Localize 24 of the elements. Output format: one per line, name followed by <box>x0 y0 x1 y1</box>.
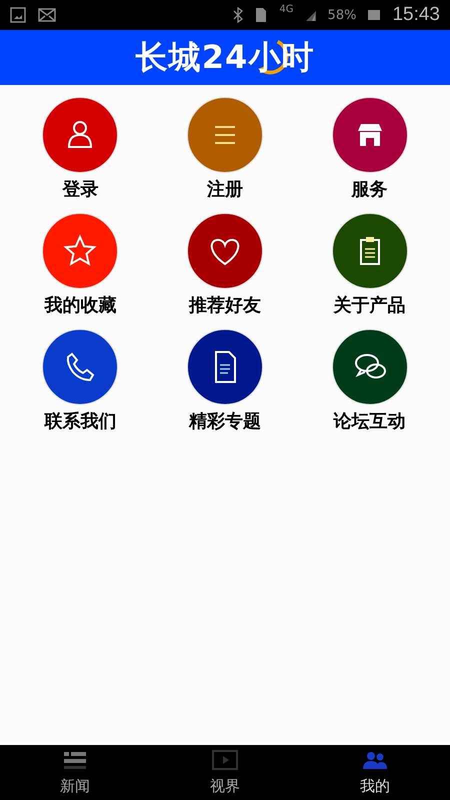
tile-label: 精彩专题 <box>188 410 261 433</box>
tile-label: 注册 <box>206 178 243 201</box>
tile-label: 论坛互动 <box>334 410 406 433</box>
battery-icon <box>368 10 380 20</box>
bluetooth-icon <box>233 7 244 23</box>
tile-label: 服务 <box>352 178 388 201</box>
tile-label: 关于产品 <box>334 294 406 317</box>
tile-label: 推荐好友 <box>188 294 261 317</box>
tile-label: 我的收藏 <box>44 294 116 317</box>
list-icon <box>62 749 88 771</box>
network-type: 4G <box>279 4 294 15</box>
people-icon <box>362 749 388 771</box>
battery-percent: 58% <box>328 8 356 22</box>
nav-tab[interactable]: 新闻 <box>0 745 150 800</box>
nav-tab[interactable]: 我的 <box>300 745 450 800</box>
tile-label: 登录 <box>62 178 98 201</box>
mail-icon <box>38 8 56 22</box>
nav-tab[interactable]: 视界 <box>150 745 300 800</box>
image-icon <box>10 7 26 23</box>
video-icon <box>212 749 238 771</box>
sim-card-icon <box>255 7 268 23</box>
signal-icon <box>306 9 316 21</box>
tile-label: 联系我们 <box>44 410 116 433</box>
clock-time: 15:43 <box>392 4 440 26</box>
